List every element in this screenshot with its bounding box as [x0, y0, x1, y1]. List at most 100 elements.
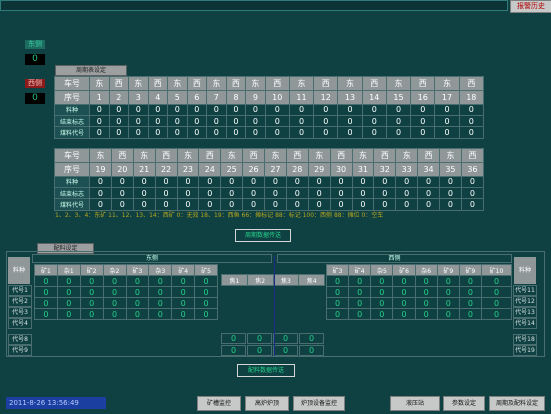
value-cell[interactable]: 0 [186, 126, 208, 139]
value-cell[interactable]: 0 [288, 114, 315, 128]
coke-value-cell[interactable]: 0 [299, 333, 324, 344]
value-cell[interactable]: 0 [417, 198, 440, 211]
value-cell[interactable]: 0 [460, 175, 485, 189]
value-cell[interactable]: 0 [176, 186, 200, 200]
value-cell[interactable]: 0 [351, 198, 375, 211]
value-cell[interactable]: 0 [337, 103, 363, 117]
ingredient-value-cell[interactable]: 0 [148, 286, 173, 298]
value-cell[interactable]: 0 [147, 103, 169, 117]
value-cell[interactable]: 0 [245, 103, 266, 117]
value-cell[interactable]: 0 [167, 114, 188, 128]
ingredient-value-cell[interactable]: 0 [56, 275, 81, 287]
value-cell[interactable]: 0 [198, 198, 222, 211]
value-cell[interactable]: 0 [329, 186, 353, 200]
value-cell[interactable]: 0 [264, 114, 290, 128]
nav-parameter-settings[interactable]: 参数设定 [443, 396, 485, 411]
nav-cycle-ingredient-settings[interactable]: 周期及配料设定 [489, 396, 545, 411]
value-cell[interactable]: 0 [176, 198, 200, 211]
ingredient-value-cell[interactable]: 0 [125, 308, 150, 320]
value-cell[interactable]: 0 [460, 198, 485, 211]
value-cell[interactable]: 0 [373, 198, 397, 211]
value-cell[interactable]: 0 [285, 175, 309, 189]
nav-ore-trough-monitor[interactable]: 矿槽监控 [197, 396, 241, 411]
value-cell[interactable]: 0 [176, 175, 200, 189]
value-cell[interactable]: 0 [220, 175, 244, 189]
value-cell[interactable]: 0 [264, 103, 290, 117]
value-cell[interactable]: 0 [186, 114, 208, 128]
value-cell[interactable]: 0 [132, 175, 156, 189]
value-cell[interactable]: 0 [264, 175, 287, 189]
ingredient-value-cell[interactable]: 0 [102, 275, 127, 287]
value-cell[interactable]: 0 [395, 186, 419, 200]
ingredient-value-cell[interactable]: 0 [148, 275, 173, 287]
value-cell[interactable]: 0 [434, 103, 460, 117]
value-cell[interactable]: 0 [410, 114, 436, 128]
value-cell[interactable]: 0 [220, 186, 244, 200]
ingredient-value-cell[interactable]: 0 [56, 297, 81, 309]
coke-value-cell[interactable]: 0 [299, 345, 324, 356]
ingredient-value-cell[interactable]: 0 [480, 286, 513, 298]
coke-value-cell[interactable]: 0 [273, 333, 298, 344]
ingredient-value-cell[interactable]: 0 [34, 275, 58, 287]
value-cell[interactable]: 0 [147, 126, 169, 139]
value-cell[interactable]: 0 [307, 175, 331, 189]
value-cell[interactable]: 0 [89, 103, 110, 117]
ingredient-value-cell[interactable]: 0 [79, 275, 104, 287]
alarm-history-button[interactable]: 报警历史 [510, 0, 551, 13]
value-cell[interactable]: 0 [242, 186, 265, 200]
value-cell[interactable]: 0 [288, 126, 315, 139]
value-cell[interactable]: 0 [198, 186, 222, 200]
value-cell[interactable]: 0 [313, 114, 339, 128]
ingredient-value-cell[interactable]: 0 [392, 286, 416, 298]
ingredient-value-cell[interactable]: 0 [480, 308, 513, 320]
value-cell[interactable]: 0 [434, 114, 460, 128]
coke-value-cell[interactable]: 0 [221, 333, 246, 344]
coke-value-cell[interactable]: 0 [221, 345, 246, 356]
value-cell[interactable]: 0 [245, 126, 266, 139]
value-cell[interactable]: 0 [361, 103, 387, 117]
value-cell[interactable]: 0 [206, 126, 227, 139]
value-cell[interactable]: 0 [154, 186, 178, 200]
coke-value-cell[interactable]: 0 [247, 345, 272, 356]
value-cell[interactable]: 0 [242, 198, 265, 211]
value-cell[interactable]: 0 [385, 103, 412, 117]
value-cell[interactable]: 0 [285, 186, 309, 200]
value-cell[interactable]: 0 [225, 114, 247, 128]
value-cell[interactable]: 0 [337, 126, 363, 139]
ingredient-value-cell[interactable]: 0 [325, 308, 350, 320]
value-cell[interactable]: 0 [110, 186, 134, 200]
value-cell[interactable]: 0 [225, 103, 247, 117]
value-cell[interactable]: 0 [264, 126, 290, 139]
value-cell[interactable]: 0 [285, 198, 309, 211]
value-cell[interactable]: 0 [167, 126, 188, 139]
value-cell[interactable]: 0 [132, 186, 156, 200]
ingredient-value-cell[interactable]: 0 [436, 308, 460, 320]
tab-cycle-table[interactable]: 周期表设定 [55, 65, 127, 76]
value-cell[interactable]: 0 [337, 114, 363, 128]
coke-value-cell[interactable]: 0 [273, 345, 298, 356]
ingredient-value-cell[interactable]: 0 [370, 275, 394, 287]
ingredient-value-cell[interactable]: 0 [125, 275, 150, 287]
ingredient-value-cell[interactable]: 0 [171, 308, 196, 320]
ingredient-value-cell[interactable]: 0 [56, 286, 81, 298]
nav-hydraulic-station[interactable]: 液压站 [390, 396, 440, 411]
value-cell[interactable]: 0 [128, 126, 149, 139]
ingredient-value-cell[interactable]: 0 [480, 297, 513, 309]
value-cell[interactable]: 0 [264, 198, 287, 211]
ingredient-value-cell[interactable]: 0 [458, 286, 482, 298]
value-cell[interactable]: 0 [245, 114, 266, 128]
value-cell[interactable]: 0 [220, 198, 244, 211]
value-cell[interactable]: 0 [288, 103, 315, 117]
value-cell[interactable]: 0 [329, 198, 353, 211]
ingredient-value-cell[interactable]: 0 [392, 308, 416, 320]
value-cell[interactable]: 0 [128, 103, 149, 117]
ingredient-value-cell[interactable]: 0 [414, 297, 438, 309]
value-cell[interactable]: 0 [225, 126, 247, 139]
ingredient-value-cell[interactable]: 0 [194, 308, 218, 320]
ingredient-value-cell[interactable]: 0 [480, 275, 513, 287]
ingredient-value-cell[interactable]: 0 [348, 275, 372, 287]
value-cell[interactable]: 0 [439, 186, 462, 200]
value-cell[interactable]: 0 [108, 126, 130, 139]
cycle-data-send-button[interactable]: 周期数据传送 [235, 229, 291, 242]
value-cell[interactable]: 0 [307, 198, 331, 211]
